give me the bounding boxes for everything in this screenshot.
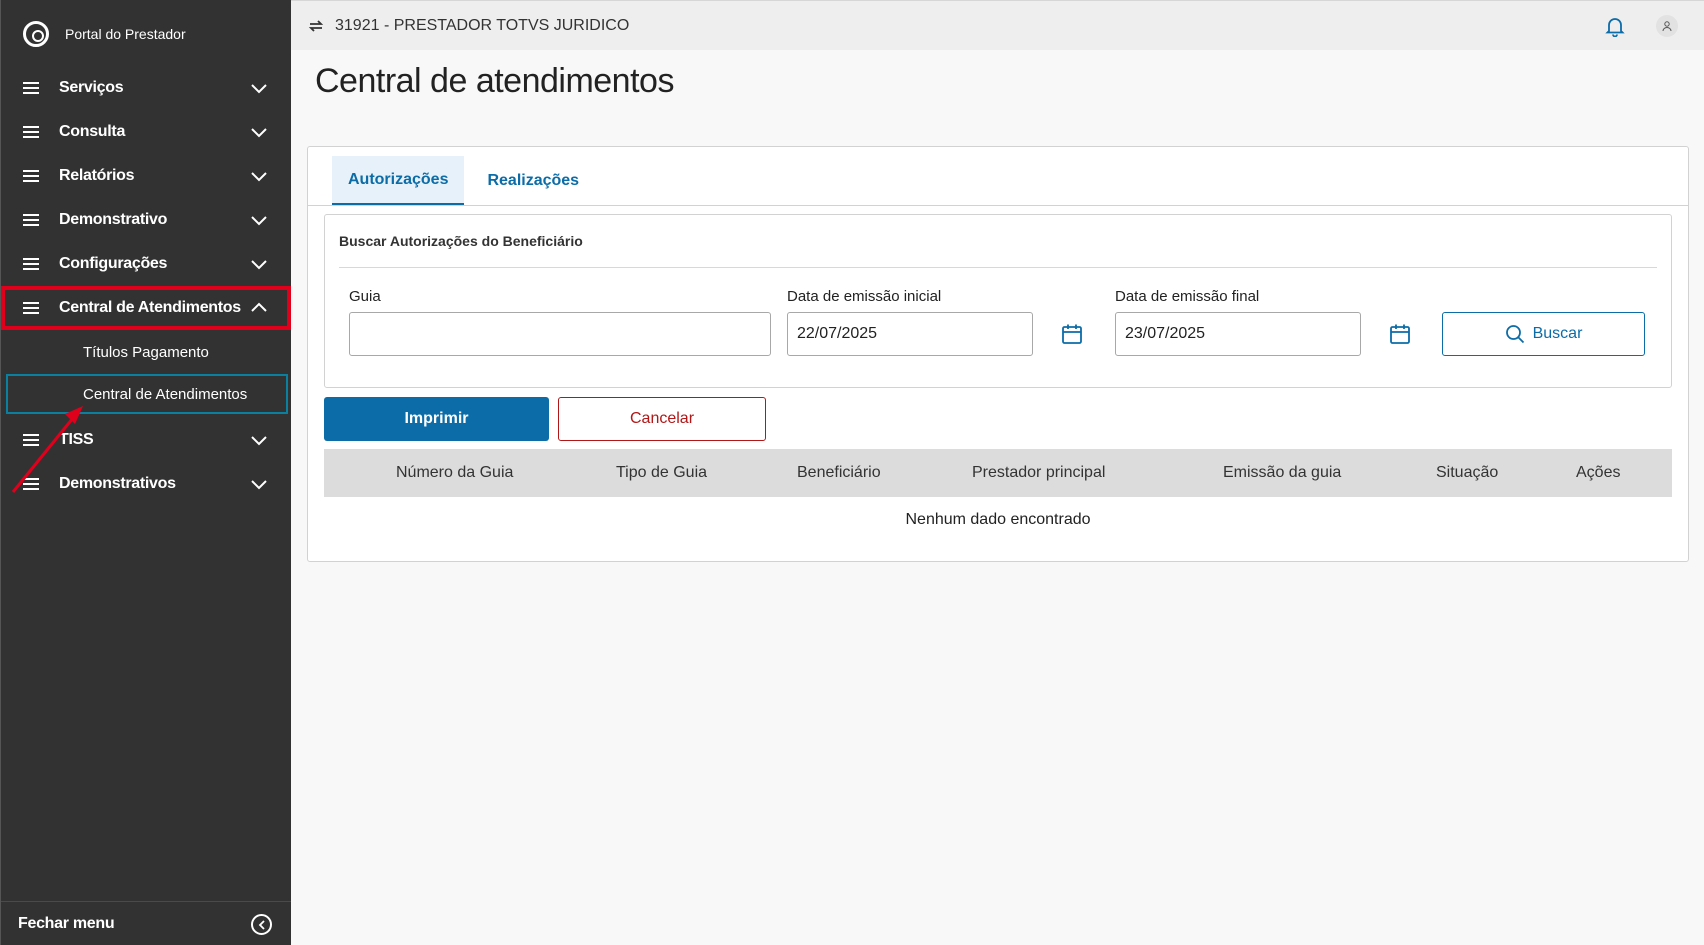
- column-header[interactable]: Situação: [1436, 464, 1498, 482]
- calendar-icon[interactable]: [1389, 323, 1411, 345]
- sidebar-item-demonstrativos[interactable]: Demonstrativos: [1, 462, 291, 506]
- close-menu-label: Fechar menu: [18, 914, 115, 932]
- search-button-label: Buscar: [1532, 325, 1583, 342]
- main-card: Autorizações Realizações Buscar Autoriza…: [307, 146, 1689, 562]
- chevron-down-icon: [249, 430, 269, 450]
- search-icon: [1505, 325, 1524, 344]
- cancel-button[interactable]: Cancelar: [558, 397, 766, 441]
- column-header[interactable]: Emissão da guia: [1223, 464, 1341, 482]
- guia-label: Guia: [349, 288, 381, 305]
- chevron-down-icon: [249, 474, 269, 494]
- data-final-label: Data de emissão final: [1115, 288, 1260, 305]
- menu-icon: [23, 214, 39, 226]
- brand[interactable]: Portal do Prestador: [1, 0, 291, 68]
- column-header[interactable]: Número da Guia: [396, 464, 513, 482]
- sidebar-item-configuracoes[interactable]: Configurações: [1, 242, 291, 286]
- column-header[interactable]: Tipo de Guia: [616, 464, 707, 482]
- sidebar-item-label: Demonstrativos: [59, 475, 176, 492]
- chevron-down-icon: [249, 254, 269, 274]
- sidebar-subitem-titulos-pagamento[interactable]: Títulos Pagamento: [1, 330, 291, 374]
- menu-icon: [23, 82, 39, 94]
- sidebar-subitem-label: Central de Atendimentos: [83, 385, 248, 403]
- data-inicial-input[interactable]: 22/07/2025: [787, 312, 1033, 356]
- search-divider: [339, 267, 1657, 268]
- empty-table-message: Nenhum dado encontrado: [905, 511, 1091, 528]
- sidebar-item-demonstrativo[interactable]: Demonstrativo: [1, 198, 291, 242]
- sidebar-item-servicos[interactable]: Serviços: [1, 66, 291, 110]
- tabs: Autorizações Realizações: [332, 156, 595, 206]
- page-title: Central de atendimentos: [315, 62, 674, 100]
- chevron-down-icon: [249, 122, 269, 142]
- column-header[interactable]: Prestador principal: [972, 464, 1105, 482]
- chevron-up-icon: [249, 298, 269, 318]
- guia-input[interactable]: [349, 312, 771, 356]
- search-panel: Buscar Autorizações do Beneficiário Guia…: [324, 214, 1672, 388]
- column-header[interactable]: Beneficiário: [797, 464, 881, 482]
- top-bar: 31921 - PRESTADOR TOTVS JURIDICO: [291, 0, 1704, 50]
- sidebar-item-label: Relatórios: [59, 167, 135, 184]
- avatar[interactable]: [1656, 15, 1678, 37]
- sidebar-item-relatorios[interactable]: Relatórios: [1, 154, 291, 198]
- tab-realizacoes[interactable]: Realizações: [471, 156, 595, 206]
- search-button[interactable]: Buscar: [1442, 312, 1645, 356]
- tab-autorizacoes[interactable]: Autorizações: [332, 156, 465, 206]
- menu-icon: [23, 302, 39, 314]
- sidebar-item-central-atendimentos[interactable]: Central de Atendimentos: [1, 286, 291, 330]
- sidebar-item-tiss[interactable]: TISS: [1, 418, 291, 462]
- swap-icon[interactable]: [307, 17, 325, 35]
- sidebar-item-label: Serviços: [59, 79, 124, 96]
- chevron-left-circle-icon: [251, 914, 272, 935]
- sidebar: Portal do Prestador Serviços Consulta Re…: [0, 0, 291, 945]
- bell-icon[interactable]: [1604, 15, 1626, 37]
- sidebar-item-label: Demonstrativo: [59, 211, 168, 228]
- table-header: Número da Guia Tipo de Guia Beneficiário…: [324, 449, 1672, 497]
- menu-icon: [23, 478, 39, 490]
- brand-title: Portal do Prestador: [65, 26, 186, 42]
- sidebar-item-label: Configurações: [59, 255, 168, 272]
- data-inicial-label: Data de emissão inicial: [787, 288, 942, 305]
- chevron-down-icon: [249, 166, 269, 186]
- chevron-down-icon: [249, 78, 269, 98]
- data-final-input[interactable]: 23/07/2025: [1115, 312, 1361, 356]
- tenant-name: 31921 - PRESTADOR TOTVS JURIDICO: [335, 16, 630, 34]
- sidebar-item-label: Consulta: [59, 123, 126, 140]
- column-header: Ações: [1576, 464, 1621, 481]
- close-menu-button[interactable]: Fechar menu: [1, 901, 291, 945]
- sidebar-item-label: Central de Atendimentos: [59, 299, 241, 316]
- search-title: Buscar Autorizações do Beneficiário: [339, 233, 583, 249]
- sidebar-item-label: TISS: [59, 431, 94, 448]
- totvs-logo-icon: [23, 21, 49, 47]
- sidebar-subitem-central-atendimentos[interactable]: Central de Atendimentos: [6, 374, 288, 414]
- tabs-divider: [308, 205, 1688, 206]
- menu-icon: [23, 126, 39, 138]
- sidebar-item-consulta[interactable]: Consulta: [1, 110, 291, 154]
- menu-icon: [23, 434, 39, 446]
- user-icon: [1662, 21, 1672, 32]
- calendar-icon[interactable]: [1061, 323, 1083, 345]
- chevron-down-icon: [249, 210, 269, 230]
- menu-icon: [23, 170, 39, 182]
- print-button[interactable]: Imprimir: [324, 397, 549, 441]
- sidebar-subitem-label: Títulos Pagamento: [83, 343, 209, 361]
- menu-icon: [23, 258, 39, 270]
